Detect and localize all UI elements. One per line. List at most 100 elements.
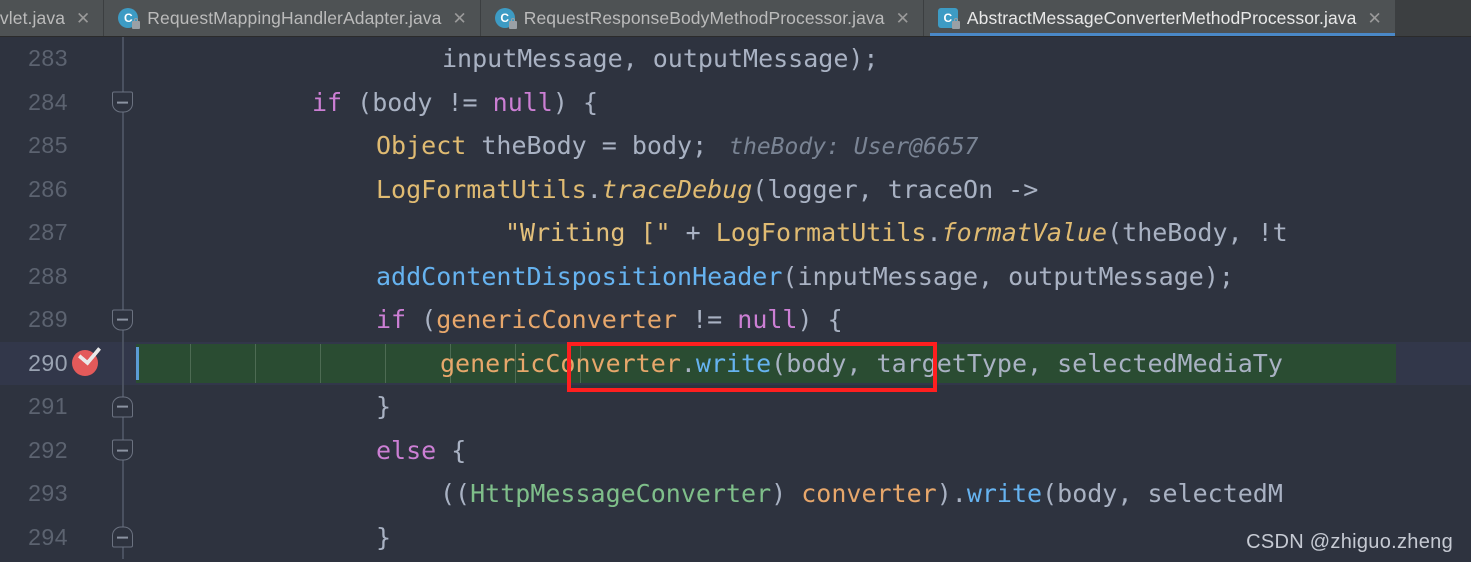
editor-tab-label: AbstractMessageConverterMethodProcessor.… (966, 7, 1357, 28)
code-line-290[interactable]: 290 genericConverter.write(body, targetTy… (0, 341, 1471, 386)
code-line-284[interactable]: 284 if (body != null) { (0, 80, 1471, 125)
line-number: 288 (28, 262, 68, 289)
fold-rail (122, 211, 124, 255)
line-number: 292 (28, 436, 68, 463)
close-icon[interactable]: ✕ (74, 10, 92, 27)
code-token: formatValue (941, 218, 1108, 247)
code-token: ). (936, 479, 967, 508)
editor-tab-2[interactable]: C RequestResponseBodyMethodProcessor.java… (480, 0, 924, 36)
code-editor[interactable]: 283 inputMessage, outputMessage); 284 if (b… (0, 37, 1471, 562)
editor-gutter[interactable]: 284 (0, 80, 136, 124)
code-lines-container: 283 inputMessage, outputMessage); 284 if (b… (0, 37, 1471, 559)
line-number: 290 (28, 349, 68, 376)
code-token: ) (771, 479, 802, 508)
code-line-285[interactable]: 285 Object theBody = body; theBody: User@6… (0, 124, 1471, 168)
code-fold-toggle-icon[interactable] (112, 91, 133, 113)
editor-gutter[interactable]: 293 (0, 472, 136, 516)
code-token: ) { (552, 87, 599, 117)
editor-tab-3[interactable]: C AbstractMessageConverterMethodProcessor… (923, 0, 1396, 36)
code-token: LogFormatUtils (715, 218, 927, 247)
code-text[interactable]: LogFormatUtils.traceDebug(logger, traceO… (136, 168, 1471, 212)
code-token: null (737, 305, 798, 334)
fold-rail (122, 472, 124, 516)
code-text[interactable]: if (genericConverter != null) { (136, 298, 1471, 342)
editor-gutter[interactable]: 290 (0, 341, 136, 385)
code-line-287[interactable]: 287 "Writing [" + LogFormatUtils.formatVa… (0, 211, 1471, 255)
editor-tab-label: RequestMappingHandlerAdapter.java (147, 7, 442, 28)
code-token: null (492, 87, 553, 117)
editor-tab-1[interactable]: C RequestMappingHandlerAdapter.java ✕ (104, 0, 481, 36)
editor-gutter[interactable]: 289 (0, 298, 136, 342)
code-token: . (586, 174, 602, 204)
editor-gutter[interactable]: 287 (0, 211, 136, 255)
code-token: (body, selectedM (1042, 479, 1283, 508)
code-token: (inputMessage, outputMessage); (782, 261, 1234, 291)
line-number: 283 (28, 45, 68, 71)
code-line-293[interactable]: 293 ((HttpMessageConverter) converter).wr… (0, 472, 1471, 516)
java-class-icon: C (494, 8, 517, 29)
code-token: traceDebug (601, 174, 753, 204)
code-line-283[interactable]: 283 inputMessage, outputMessage); (0, 37, 1471, 81)
code-token: write (695, 348, 772, 378)
close-icon[interactable]: ✕ (1365, 10, 1383, 27)
code-text[interactable]: else { (136, 429, 1471, 473)
watermark: CSDN @zhiguo.zheng (1246, 531, 1453, 553)
code-token: HttpMessageConverter (470, 479, 772, 508)
code-token: "Writing [" (505, 218, 671, 247)
breakpoint-icon[interactable] (72, 341, 102, 377)
editor-gutter[interactable]: 291 (0, 385, 136, 429)
code-token: != (677, 305, 738, 334)
code-token: (( (440, 479, 471, 508)
code-line-292[interactable]: 292 else { (0, 428, 1471, 473)
code-text[interactable]: Object theBody = body; theBody: User@6657 (136, 124, 1471, 168)
editor-gutter[interactable]: 286 (0, 167, 136, 211)
fold-rail (122, 254, 124, 298)
code-token: } (376, 392, 392, 421)
code-token: . (926, 218, 942, 247)
code-text[interactable]: ((HttpMessageConverter) converter).write… (136, 472, 1471, 516)
code-token: + (670, 218, 716, 247)
line-number: 294 (28, 523, 68, 550)
code-token: (body, targetType, selectedMediaTy (771, 348, 1283, 378)
code-token: write (966, 479, 1043, 508)
line-number: 291 (28, 393, 68, 419)
editor-gutter[interactable]: 294 (0, 515, 136, 559)
code-line-288[interactable]: 288 addContentDispositionHeader(inputMess… (0, 254, 1471, 299)
code-text[interactable]: addContentDispositionHeader(inputMessage… (136, 255, 1471, 299)
code-text[interactable]: inputMessage, outputMessage); (136, 37, 1471, 81)
code-token: != (447, 87, 478, 117)
fold-rail (122, 167, 124, 211)
code-fold-toggle-icon[interactable] (112, 526, 133, 548)
close-icon[interactable]: ✕ (894, 10, 912, 27)
editor-gutter[interactable]: 283 (0, 37, 136, 81)
close-icon[interactable]: ✕ (450, 10, 468, 27)
code-text[interactable]: if (body != null) { (136, 81, 1471, 125)
code-token: genericConverter (436, 305, 678, 334)
editor-tab-label: RequestResponseBodyMethodProcessor.java (523, 7, 885, 28)
editor-tab-0[interactable]: rvlet.java ✕ (0, 0, 105, 36)
code-fold-toggle-icon[interactable] (112, 439, 133, 461)
code-line-286[interactable]: 286 LogFormatUtils.traceDebug(logger, tra… (0, 167, 1471, 212)
line-number: 284 (28, 88, 68, 115)
line-number: 289 (28, 306, 68, 332)
code-text[interactable]: genericConverter.write(body, targetType,… (136, 342, 1471, 386)
code-fold-toggle-icon[interactable] (112, 309, 133, 331)
java-class-icon: C (937, 8, 960, 29)
line-number: 286 (28, 175, 68, 202)
code-fold-toggle-icon[interactable] (112, 396, 133, 418)
code-token: . (680, 348, 696, 378)
editor-gutter[interactable]: 285 (0, 124, 136, 168)
java-class-icon: C (118, 8, 141, 29)
code-token: genericConverter (440, 348, 681, 378)
code-line-289[interactable]: 289 if (genericConverter != null) { (0, 298, 1471, 342)
editor-gutter[interactable]: 288 (0, 254, 136, 298)
code-text[interactable]: "Writing [" + LogFormatUtils.formatValue… (136, 211, 1471, 255)
editor-gutter[interactable]: 292 (0, 428, 136, 472)
code-text[interactable]: } (136, 385, 1471, 429)
editor-tab-bar[interactable]: rvlet.java ✕ C RequestMappingHandlerAdapter… (0, 0, 1471, 37)
code-token: } (376, 522, 392, 552)
code-token: LogFormatUtils (376, 174, 587, 204)
code-token: addContentDispositionHeader (376, 261, 783, 291)
code-line-291[interactable]: 291} (0, 385, 1471, 429)
